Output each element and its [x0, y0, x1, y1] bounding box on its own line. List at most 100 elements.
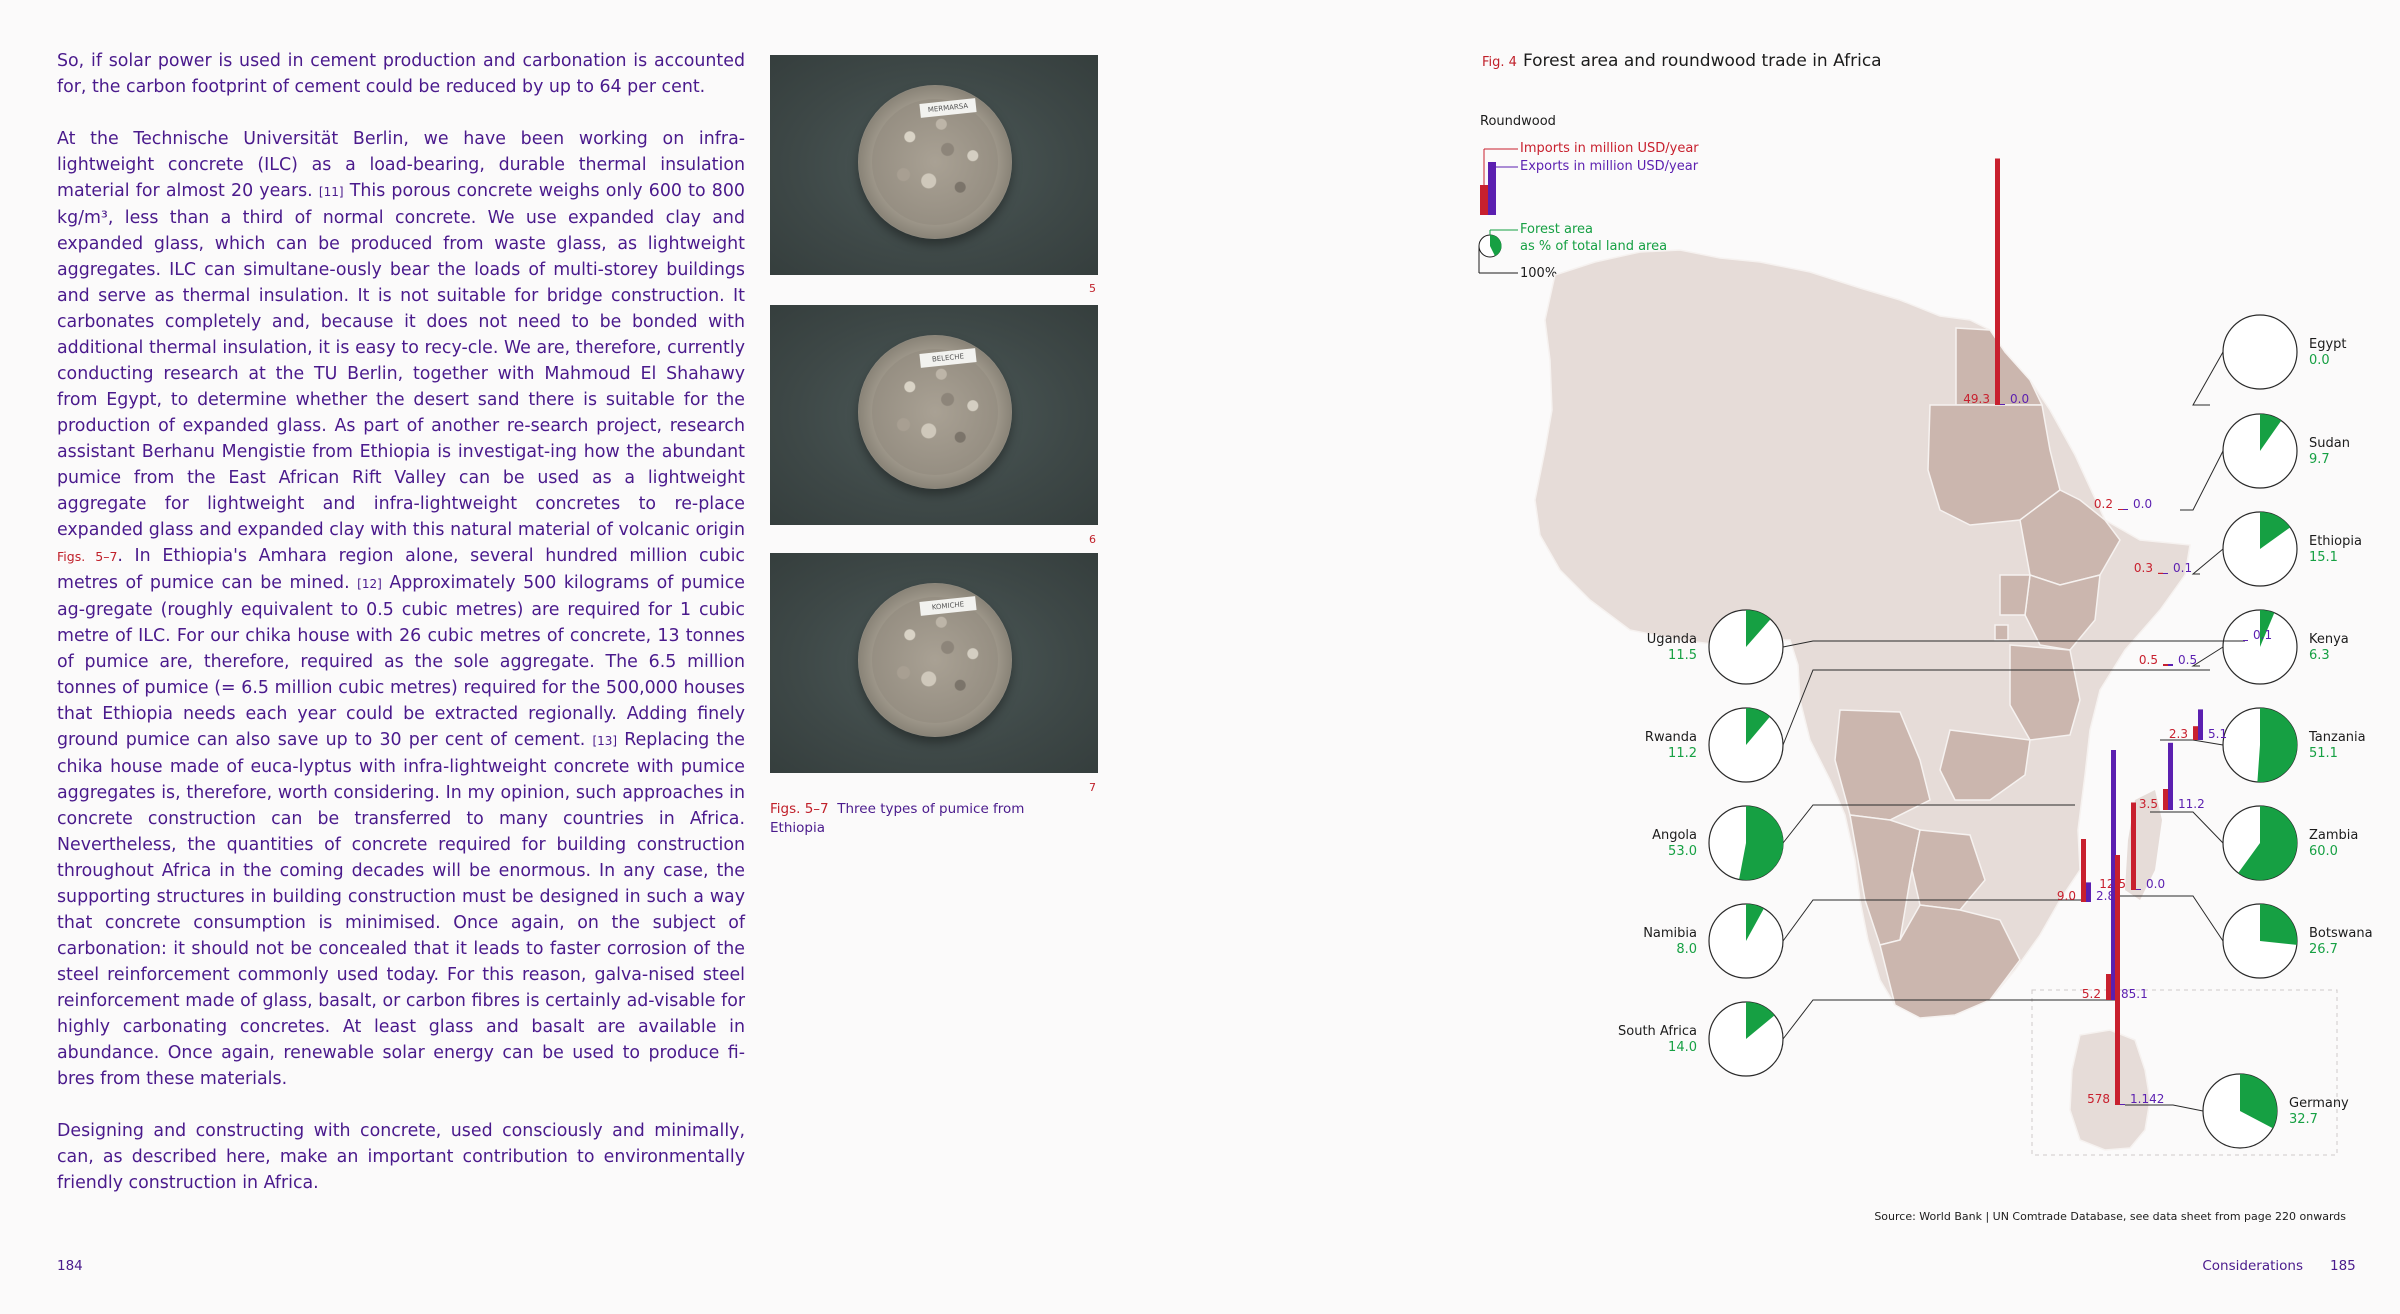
imports-value-germany: 578: [2087, 1092, 2110, 1106]
text-run: So, if solar power is used in cement pro…: [57, 51, 745, 97]
country-name-sudan: Sudan: [2309, 436, 2350, 451]
forest-value-ethiopia: 15.1: [2309, 550, 2338, 565]
forest-value-tanzania: 51.1: [2309, 746, 2338, 761]
text-run: This porous concrete weighs only 600 to …: [57, 181, 745, 540]
text-run: Designing and constructing with concrete…: [57, 1121, 745, 1193]
exports-value-ethiopia: 0.1: [2173, 561, 2192, 575]
exports-bar-egypt: [2000, 404, 2005, 405]
forest-value-kenya: 6.3: [2309, 648, 2330, 663]
imports-bar-south-africa: [2106, 974, 2111, 1000]
exports-bar-kenya: [2168, 664, 2173, 666]
country-name-angola: Angola: [1652, 828, 1697, 843]
pie-slice-botswana: [2260, 904, 2298, 945]
reference-number: [13]: [592, 734, 618, 748]
caption-number: Figs. 5–7: [770, 801, 829, 817]
imports-value-kenya: 0.5: [2139, 653, 2158, 667]
forest-value-sudan: 9.7: [2309, 452, 2330, 467]
exports-bar-tanzania: [2198, 709, 2203, 740]
exports-value-sudan: 0.0: [2133, 497, 2152, 511]
leader-line-ethiopia: [2191, 548, 2224, 575]
country-name-germany: Germany: [2289, 1096, 2349, 1111]
country-name-ethiopia: Ethiopia: [2309, 534, 2362, 549]
body-text: So, if solar power is used in cement pro…: [57, 48, 745, 1222]
exports-value-tanzania: 5.1: [2208, 727, 2227, 741]
imports-bar-ethiopia: [2158, 572, 2163, 574]
pumice-photo-3: KOMICHE: [770, 553, 1098, 773]
exports-bar-germany: [2120, 1104, 2125, 1105]
region-rwanda: [1994, 624, 2009, 641]
leader-line-kenya: [2191, 646, 2224, 667]
exports-value-uganda: 0.1: [2253, 628, 2272, 642]
photo-number: 7: [1089, 781, 1096, 794]
exports-bar-sudan: [2123, 509, 2128, 510]
exports-bar-uganda: [2243, 640, 2248, 641]
forest-value-zambia: 60.0: [2309, 844, 2338, 859]
pie-egypt: [2222, 314, 2298, 390]
text-run: Approximately 500 kilograms of pumice ag…: [57, 573, 745, 750]
exports-value-kenya: 0.5: [2178, 653, 2197, 667]
reference-number: [12]: [357, 577, 382, 591]
forest-value-botswana: 26.7: [2309, 942, 2338, 957]
africa-landmass: [1534, 249, 2191, 1019]
imports-bar-namibia: [2081, 839, 2086, 902]
exports-value-zambia: 11.2: [2178, 797, 2205, 811]
imports-bar-sudan: [2118, 509, 2123, 510]
country-name-south-africa: South Africa: [1618, 1024, 1697, 1039]
forest-value-angola: 53.0: [1668, 844, 1697, 859]
forest-value-rwanda: 11.2: [1668, 746, 1697, 761]
exports-bar-namibia: [2086, 882, 2091, 902]
country-name-egypt: Egypt: [2309, 337, 2347, 352]
leader-line-botswana: [2120, 895, 2224, 942]
country-name-namibia: Namibia: [1643, 926, 1697, 941]
page-number-right: 185: [2330, 1258, 2356, 1274]
imports-bar-botswana: [2131, 802, 2136, 890]
forest-value-south-africa: 14.0: [1668, 1040, 1697, 1055]
africa-map: Egypt0.049.3 0.0Sudan9.70.2 0.0Ethiopia15.…: [1534, 158, 2373, 1156]
exports-value-egypt: 0.0: [2010, 392, 2029, 406]
imports-value-ethiopia: 0.3: [2134, 561, 2153, 575]
photo-number: 6: [1089, 533, 1096, 546]
imports-value-south-africa: 5.2: [2082, 987, 2101, 1001]
forest-value-germany: 32.7: [2289, 1112, 2318, 1127]
imports-value-egypt: 49.3: [1963, 392, 1990, 406]
exports-value-botswana: 0.0: [2146, 877, 2165, 891]
photo-number: 5: [1089, 282, 1096, 295]
figure-reference: Figs. 5–7: [57, 549, 118, 564]
text-run: Replacing the chika house made of euca-l…: [57, 730, 745, 1089]
forest-value-namibia: 8.0: [1676, 942, 1697, 957]
country-name-tanzania: Tanzania: [2308, 730, 2366, 745]
country-name-botswana: Botswana: [2309, 926, 2373, 941]
imports-bar-germany: [2115, 855, 2120, 1105]
imports-bar-egypt: [1995, 158, 2000, 405]
paragraph: Designing and constructing with concrete…: [57, 1118, 745, 1196]
exports-bar-ethiopia: [2163, 573, 2168, 574]
country-name-zambia: Zambia: [2309, 828, 2358, 843]
imports-bar-zambia: [2163, 789, 2168, 810]
exports-bar-zambia: [2168, 742, 2173, 810]
imports-bar-kenya: [2163, 664, 2168, 666]
page-number-left: 184: [57, 1258, 83, 1274]
source-note: Source: World Bank | UN Comtrade Databas…: [1874, 1210, 2346, 1223]
forest-value-egypt: 0.0: [2309, 353, 2330, 368]
paragraph: At the Technische Universität Berlin, we…: [57, 126, 745, 1092]
right-page: Fig. 4 Forest area and roundwood trade in…: [1200, 0, 2400, 1314]
forest-value-uganda: 11.5: [1668, 648, 1697, 663]
exports-value-germany: 1.142: [2130, 1092, 2164, 1106]
imports-value-sudan: 0.2: [2094, 497, 2113, 511]
exports-value-south-africa: 85.1: [2121, 987, 2148, 1001]
left-page: So, if solar power is used in cement pro…: [0, 0, 1200, 1314]
leader-line-sudan: [2180, 450, 2224, 511]
imports-value-tanzania: 2.3: [2169, 727, 2188, 741]
country-name-rwanda: Rwanda: [1645, 730, 1697, 745]
paragraph: So, if solar power is used in cement pro…: [57, 48, 745, 100]
country-name-uganda: Uganda: [1647, 632, 1697, 647]
region-uganda: [1999, 574, 2031, 616]
exports-bar-botswana: [2136, 889, 2141, 890]
pumice-photo-2: BELECHE: [770, 305, 1098, 525]
section-name: Considerations: [2202, 1258, 2303, 1274]
imports-bar-tanzania: [2193, 726, 2198, 740]
pie-slice-tanzania: [2257, 707, 2298, 782]
pumice-photo-1: MERMARSA: [770, 55, 1098, 275]
reference-number: [11]: [318, 185, 344, 199]
germany-outline: [2069, 1029, 2151, 1151]
